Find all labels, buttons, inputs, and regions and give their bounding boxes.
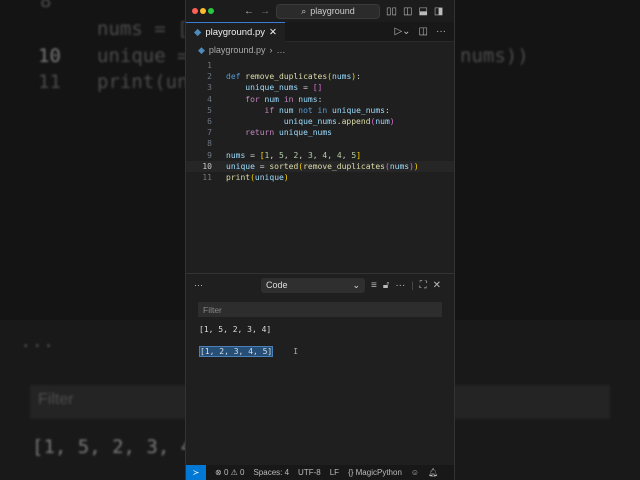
code-text: if num not in unique_nums:	[264, 105, 390, 115]
tab-bar: ◆ playground.py ✕ ▷⌄ ◫ ···	[186, 21, 454, 42]
output-line: [1, 5, 2, 3, 4]	[199, 325, 272, 334]
line-number: 5	[207, 105, 212, 115]
remote-icon[interactable]: ≻	[186, 465, 206, 480]
tab-playground-py[interactable]: ◆ playground.py ✕	[186, 21, 285, 42]
breadcrumb: ◆ playground.py ›…	[186, 42, 454, 58]
code-text: nums = [1, 5, 2, 3, 4, 4, 5]	[226, 150, 362, 160]
toggle-sidebar-icon[interactable]: ◫	[403, 6, 412, 17]
line-number: 8	[207, 139, 212, 149]
line-number: 1	[207, 61, 212, 70]
forward-arrow-icon[interactable]: →	[260, 6, 270, 17]
title-bar: ← → ⌕ playground ▯▯ ◫ ⬓ ◨	[186, 0, 454, 22]
bg-code-unique: unique =	[97, 45, 189, 67]
chevron-down-icon: ⌄	[352, 279, 360, 290]
code-line: 6 unique_nums.append(num)	[186, 116, 454, 127]
window-controls[interactable]	[192, 6, 216, 17]
indentation-setting[interactable]: Spaces: 4	[253, 468, 289, 477]
close-panel-icon[interactable]: ✕	[433, 280, 441, 291]
bg-code-nums-end: nums))	[460, 45, 529, 67]
search-icon: ⌕	[301, 5, 307, 16]
bell-icon[interactable]: 🔔︎	[428, 468, 438, 477]
maximize-panel-icon[interactable]: ⛶	[420, 280, 427, 291]
output-line-selected: [1, 2, 3, 4, 5]	[199, 346, 274, 357]
toggle-secondary-sidebar-icon[interactable]: ◨	[434, 6, 443, 17]
chevron-right-icon: ›	[269, 45, 273, 55]
bg-code-nums: nums = [	[97, 18, 189, 40]
code-line: 1	[186, 60, 454, 71]
line-number: 6	[207, 117, 212, 127]
filter-input[interactable]: Filter	[198, 302, 442, 317]
code-text: def remove_duplicates(nums):	[226, 72, 361, 82]
bg-output: [1, 5, 2, 3, 4]	[32, 436, 204, 458]
word-wrap-icon[interactable]: ≡	[371, 280, 377, 291]
code-text: unique_nums = []	[245, 83, 323, 93]
encoding-setting[interactable]: UTF-8	[298, 468, 321, 477]
lock-icon[interactable]: 🔓︎	[383, 280, 389, 291]
breadcrumb-file[interactable]: playground.py	[209, 45, 266, 55]
breadcrumb-symbol[interactable]: …	[276, 45, 285, 55]
line-number: 10	[202, 161, 212, 171]
output-panel: ··· Code ⌄ ≡ 🔓︎ ··· | ⛶ ✕ Filter [1, 5, 2…	[186, 273, 454, 465]
bg-line-number-11: 11	[38, 71, 61, 93]
line-number: 7	[207, 128, 212, 138]
bg-line-number-10: 10	[38, 45, 61, 67]
search-box[interactable]: ⌕ playground	[276, 3, 380, 19]
python-file-icon: ◆	[198, 44, 205, 55]
more-actions-icon[interactable]: ···	[436, 26, 446, 37]
code-text: unique = sorted(remove_duplicates(nums))	[226, 161, 419, 171]
problems-indicator[interactable]: ⊗ 0 ⚠ 0	[215, 468, 244, 477]
bg-more: ···	[20, 335, 55, 357]
dropdown-value: Code	[266, 280, 288, 290]
code-line: 7 return unique_nums	[186, 127, 454, 138]
text-cursor-icon: I	[293, 347, 299, 356]
code-line: 11 print(unique)	[186, 172, 454, 183]
copilot-icon[interactable]: ☺	[411, 468, 419, 477]
eol-setting[interactable]: LF	[330, 468, 339, 477]
python-file-icon: ◆	[194, 26, 202, 38]
run-icon[interactable]: ▷⌄	[394, 26, 410, 37]
code-line: 5 if num not in unique_nums:	[186, 105, 454, 116]
line-number: 9	[207, 150, 212, 160]
line-number: 3	[207, 83, 212, 93]
back-arrow-icon[interactable]: ←	[244, 6, 254, 17]
editor-window: ← → ⌕ playground ▯▯ ◫ ⬓ ◨ ◆ playground.py ✕…	[185, 0, 455, 480]
line-number: 11	[202, 173, 212, 183]
code-line: 4 for num in nums:	[186, 94, 454, 105]
code-text: return unique_nums	[245, 128, 332, 138]
search-text: playground	[310, 6, 355, 16]
bg-line-number-8: 8	[40, 0, 52, 12]
code-line: 2 def remove_duplicates(nums):	[186, 71, 454, 82]
toggle-panel-icon[interactable]: ⬓	[418, 6, 427, 17]
language-mode[interactable]: {} MagicPython	[348, 468, 402, 477]
close-icon[interactable]: ✕	[269, 27, 277, 38]
code-text: print(unique)	[226, 173, 289, 183]
split-editor-icon[interactable]: ◫	[419, 26, 428, 37]
code-text: unique_nums.append(num)	[283, 117, 395, 127]
code-line: 10 unique = sorted(remove_duplicates(nums…	[186, 160, 454, 173]
code-line: 3 unique_nums = []	[186, 82, 454, 93]
code-editor[interactable]: 1 2 def remove_duplicates(nums): 3 unique_n…	[186, 58, 454, 183]
output-channel-dropdown[interactable]: Code ⌄	[261, 277, 365, 293]
line-number: 4	[207, 94, 212, 104]
code-line: 9 nums = [1, 5, 2, 3, 4, 4, 5]	[186, 150, 454, 161]
tab-label: playground.py	[205, 26, 265, 38]
panel-more-icon[interactable]: ···	[194, 280, 203, 290]
line-number: 2	[207, 72, 212, 82]
customize-layout-icon[interactable]: ▯▯	[386, 6, 397, 17]
code-text: for num in nums:	[245, 94, 323, 104]
panel-header: ··· Code ⌄ ≡ 🔓︎ ··· | ⛶ ✕	[194, 277, 442, 293]
more-actions-icon[interactable]: ···	[395, 280, 405, 291]
status-bar: ≻ ⊗ 0 ⚠ 0 Spaces: 4 UTF-8 LF {} MagicPyt…	[186, 465, 454, 480]
code-line: 8	[186, 138, 454, 149]
